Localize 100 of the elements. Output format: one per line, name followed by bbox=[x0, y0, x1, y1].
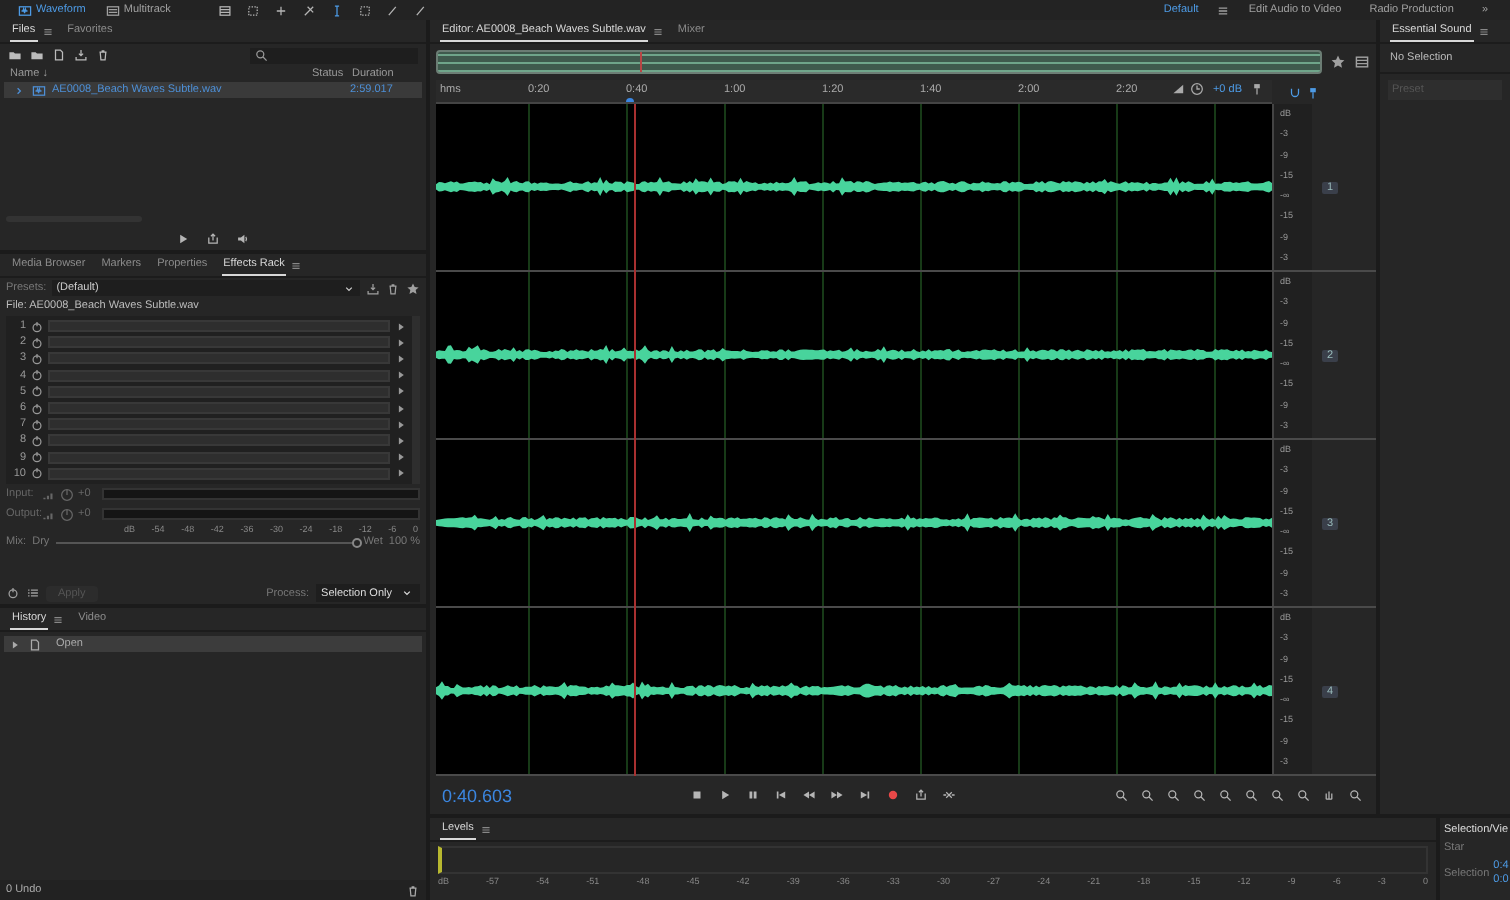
rewind-button[interactable] bbox=[800, 786, 818, 804]
record-button[interactable] bbox=[884, 786, 902, 804]
zoom-button[interactable] bbox=[1294, 786, 1312, 804]
power-icon[interactable] bbox=[30, 450, 44, 465]
grid-icon bbox=[218, 3, 233, 17]
power-icon[interactable] bbox=[6, 586, 20, 600]
knob-icon[interactable] bbox=[1190, 82, 1205, 96]
skip-forward-icon bbox=[858, 788, 872, 802]
power-icon[interactable] bbox=[30, 319, 44, 334]
pin-icon[interactable] bbox=[1250, 82, 1264, 96]
waveform-panel[interactable] bbox=[436, 272, 1272, 438]
trash-icon[interactable] bbox=[406, 883, 420, 897]
document-icon bbox=[28, 637, 42, 651]
search-field[interactable] bbox=[250, 47, 418, 63]
zoom-button[interactable] bbox=[1164, 786, 1182, 804]
panel-menu-icon[interactable] bbox=[290, 259, 303, 271]
playhead-handle[interactable] bbox=[625, 98, 634, 102]
record-icon bbox=[886, 788, 900, 802]
tracks-icon bbox=[105, 3, 120, 17]
pin-icon[interactable] bbox=[1306, 85, 1320, 99]
tool-button[interactable] bbox=[300, 1, 319, 19]
panel-menu-icon[interactable] bbox=[41, 25, 54, 37]
rewind-icon bbox=[802, 788, 816, 802]
export-icon bbox=[206, 231, 220, 245]
knob-icon[interactable] bbox=[60, 507, 74, 522]
speaker-icon bbox=[236, 231, 250, 245]
power-icon[interactable] bbox=[30, 433, 44, 448]
preview-button[interactable] bbox=[204, 229, 222, 247]
document-icon[interactable] bbox=[52, 48, 66, 62]
play-button[interactable] bbox=[716, 786, 734, 804]
slider-thumb[interactable] bbox=[352, 537, 363, 548]
playhead-marker bbox=[640, 52, 643, 72]
magnet-icon[interactable] bbox=[1288, 85, 1302, 99]
magnifier-icon bbox=[1114, 788, 1128, 802]
tool-button[interactable] bbox=[272, 1, 291, 19]
magnifier-icon bbox=[1140, 788, 1154, 802]
search-icon bbox=[254, 48, 268, 62]
power-icon[interactable] bbox=[30, 335, 44, 350]
power-icon[interactable] bbox=[30, 401, 44, 416]
magnifier-icon bbox=[1296, 788, 1310, 802]
skip-forward-button[interactable] bbox=[856, 786, 874, 804]
panel-menu-icon[interactable] bbox=[1477, 25, 1490, 37]
power-icon[interactable] bbox=[30, 384, 44, 399]
power-icon[interactable] bbox=[30, 351, 44, 366]
knob-icon[interactable] bbox=[60, 487, 74, 502]
zoom-button[interactable] bbox=[1112, 786, 1130, 804]
ramp-icon bbox=[1172, 82, 1187, 96]
waveform-panel[interactable] bbox=[436, 608, 1272, 774]
skip-selection-icon bbox=[942, 788, 956, 802]
magnifier-icon bbox=[1166, 788, 1180, 802]
waveform-panel[interactable] bbox=[436, 440, 1272, 606]
menu-icon[interactable] bbox=[1216, 3, 1231, 17]
power-icon[interactable] bbox=[30, 417, 44, 432]
zoom-button[interactable] bbox=[1138, 786, 1156, 804]
star-icon[interactable] bbox=[406, 281, 420, 295]
panel-menu-icon[interactable] bbox=[52, 613, 65, 625]
marquee-icon bbox=[246, 3, 261, 17]
overview-bar[interactable] bbox=[436, 50, 1322, 74]
zoom-button[interactable] bbox=[1320, 786, 1338, 804]
tool-button[interactable] bbox=[356, 1, 375, 19]
zoom-button[interactable] bbox=[1268, 786, 1286, 804]
grid-icon[interactable] bbox=[1354, 54, 1370, 70]
panel-menu-icon[interactable] bbox=[651, 25, 664, 37]
chevron-down-icon bbox=[342, 281, 356, 295]
trash-icon[interactable] bbox=[386, 281, 400, 295]
zoom-button[interactable] bbox=[1346, 786, 1364, 804]
stop-button[interactable] bbox=[688, 786, 706, 804]
audio-file-icon bbox=[32, 83, 46, 97]
pause-button[interactable] bbox=[744, 786, 762, 804]
magnifier-icon bbox=[1218, 788, 1232, 802]
skip-selection-button[interactable] bbox=[940, 786, 958, 804]
skip-back-button[interactable] bbox=[772, 786, 790, 804]
power-icon[interactable] bbox=[30, 368, 44, 383]
hand-icon bbox=[1322, 788, 1336, 802]
preview-button[interactable] bbox=[174, 229, 192, 247]
current-time: 0:40.603 bbox=[442, 785, 515, 805]
zoom-button[interactable] bbox=[1242, 786, 1260, 804]
tool-button[interactable] bbox=[244, 1, 263, 19]
export-button[interactable] bbox=[912, 786, 930, 804]
fast-forward-button[interactable] bbox=[828, 786, 846, 804]
i-beam-icon bbox=[330, 3, 345, 17]
power-icon[interactable] bbox=[30, 466, 44, 481]
import-icon[interactable] bbox=[74, 48, 88, 62]
chevron-icon[interactable] bbox=[12, 83, 26, 97]
pause-icon bbox=[746, 788, 760, 802]
trash-icon[interactable] bbox=[96, 48, 110, 62]
waveform-panel[interactable] bbox=[436, 104, 1272, 270]
caret-icon bbox=[8, 637, 22, 651]
save-preset-icon[interactable] bbox=[366, 281, 380, 295]
panel-menu-icon[interactable] bbox=[479, 823, 492, 835]
skip-back-icon bbox=[774, 788, 788, 802]
star-icon[interactable] bbox=[1330, 54, 1346, 70]
tool-button[interactable] bbox=[216, 1, 235, 19]
waveform-icon bbox=[18, 3, 32, 17]
magnifier-icon bbox=[1270, 788, 1284, 802]
stop-icon bbox=[690, 788, 704, 802]
list-icon[interactable] bbox=[26, 586, 40, 600]
fast-forward-icon bbox=[830, 788, 844, 802]
zoom-button[interactable] bbox=[1190, 786, 1208, 804]
zoom-button[interactable] bbox=[1216, 786, 1234, 804]
